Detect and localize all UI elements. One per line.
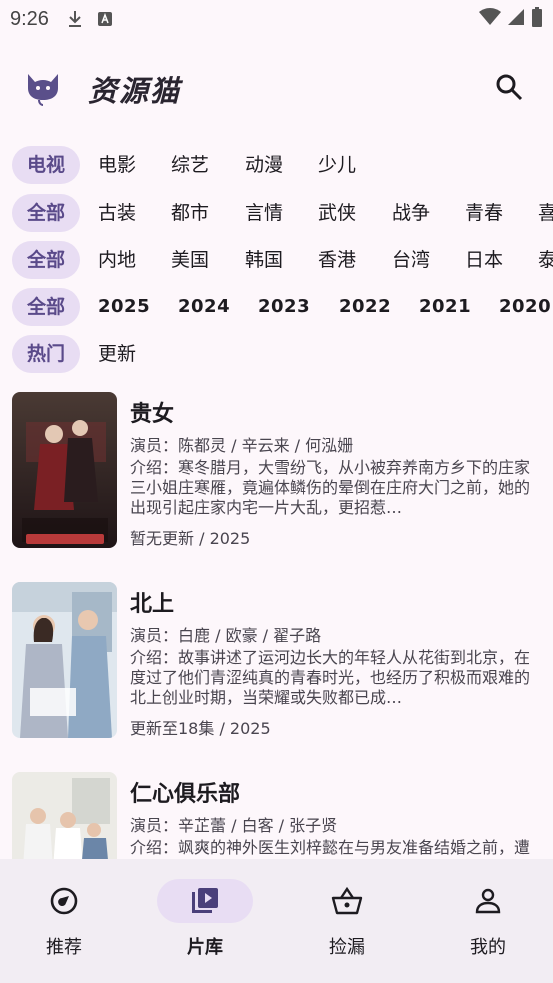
genre-filter-row: 全部 古装 都市 言情 武侠 战争 青春 喜 bbox=[0, 194, 553, 234]
filter-chip-year[interactable]: 2022 bbox=[339, 288, 391, 326]
nav-label: 片库 bbox=[187, 937, 223, 958]
item-cast: 演员：辛芷蕾 / 白客 / 张子贤 bbox=[130, 816, 338, 835]
notification-app-icon bbox=[97, 11, 113, 27]
filter-chip-anime[interactable]: 动漫 bbox=[245, 146, 283, 184]
battery-icon bbox=[531, 6, 543, 32]
filter-chip-genre[interactable]: 言情 bbox=[245, 194, 283, 232]
filter-chip-region[interactable]: 日本 bbox=[465, 241, 503, 279]
list-item[interactable]: 贵女 演员：陈都灵 / 辛云来 / 何泓姗 介绍：寒冬腊月，大雪纷飞，从小被弃养… bbox=[0, 380, 553, 550]
item-title: 贵女 bbox=[130, 402, 175, 427]
filter-chip-genre[interactable]: 武侠 bbox=[318, 194, 356, 232]
poster-image bbox=[12, 582, 117, 738]
filter-chip-year[interactable]: 2020 bbox=[499, 288, 551, 326]
signal-icon bbox=[507, 8, 525, 31]
app-bar: 资源猫 bbox=[0, 58, 553, 118]
filter-chip-genre[interactable]: 都市 bbox=[171, 194, 209, 232]
nav-label: 推荐 bbox=[46, 937, 82, 958]
filter-chip-region[interactable]: 泰 bbox=[538, 241, 553, 279]
search-button[interactable] bbox=[492, 70, 526, 104]
video-library-icon bbox=[157, 879, 253, 923]
filter-chip-genre[interactable]: 古装 bbox=[98, 194, 136, 232]
basket-icon bbox=[312, 879, 382, 923]
filter-chip-variety[interactable]: 综艺 bbox=[171, 146, 209, 184]
category-filter-row: 电视 电影 综艺 动漫 少儿 bbox=[0, 146, 553, 186]
nav-tab-bargain[interactable]: 捡漏 bbox=[278, 859, 416, 983]
status-bar: 9:26 bbox=[0, 0, 553, 38]
list-item[interactable]: 北上 演员：白鹿 / 欧豪 / 翟子路 介绍：故事讲述了运河边长大的年轻人从花街… bbox=[0, 570, 553, 740]
filter-chip-region[interactable]: 香港 bbox=[318, 241, 356, 279]
search-icon bbox=[496, 74, 523, 101]
item-description: 介绍：故事讲述了运河边长大的年轻人从花街到北京，在度过了他们青涩纯真的青春时光，… bbox=[130, 648, 531, 707]
filter-chip-region[interactable]: 内地 bbox=[98, 241, 136, 279]
filter-chip-sort-update[interactable]: 更新 bbox=[98, 335, 136, 373]
nav-tab-recommend[interactable]: 推荐 bbox=[0, 859, 133, 983]
wifi-icon bbox=[479, 7, 501, 31]
poster-image bbox=[12, 772, 117, 860]
filter-chip-region[interactable]: 韩国 bbox=[245, 241, 283, 279]
item-description: 介绍：寒冬腊月，大雪纷飞，从小被弃养南方乡下的庄家三小姐庄寒雁，竟遍体鳞伤的晕倒… bbox=[130, 458, 531, 517]
filter-chip-region[interactable]: 台湾 bbox=[392, 241, 430, 279]
filter-chip-year[interactable]: 2023 bbox=[258, 288, 310, 326]
filter-chip-sort-hot[interactable]: 热门 bbox=[12, 335, 80, 373]
region-filter-row: 全部 内地 美国 韩国 香港 台湾 日本 泰 bbox=[0, 241, 553, 281]
sort-filter-row: 热门 更新 bbox=[0, 335, 553, 375]
app-title: 资源猫 bbox=[88, 74, 182, 108]
show-list: 贵女 演员：陈都灵 / 辛云来 / 何泓姗 介绍：寒冬腊月，大雪纷飞，从小被弃养… bbox=[0, 380, 553, 860]
item-cast: 演员：陈都灵 / 辛云来 / 何泓姗 bbox=[130, 436, 354, 455]
nav-label: 捡漏 bbox=[329, 937, 365, 958]
nav-tab-library[interactable]: 片库 bbox=[136, 859, 274, 983]
poster-image bbox=[12, 392, 117, 548]
cat-logo-icon bbox=[24, 68, 62, 106]
filter-chip-year[interactable]: 2025 bbox=[98, 288, 150, 326]
item-title: 北上 bbox=[130, 592, 175, 617]
status-time: 9:26 bbox=[10, 7, 49, 30]
filter-chip-movie[interactable]: 电影 bbox=[98, 146, 136, 184]
item-description: 介绍：飒爽的神外医生刘梓懿在与男友准备结婚之前，遭遇了意外的变故，从此她的人生发… bbox=[130, 838, 531, 860]
list-item[interactable]: 仁心俱乐部 演员：辛芷蕾 / 白客 / 张子贤 介绍：飒爽的神外医生刘梓懿在与男… bbox=[0, 760, 553, 860]
filter-chip-genre-all[interactable]: 全部 bbox=[12, 194, 80, 232]
filter-chip-region-all[interactable]: 全部 bbox=[12, 241, 80, 279]
person-icon bbox=[453, 879, 523, 923]
filter-chip-region[interactable]: 美国 bbox=[171, 241, 209, 279]
filter-chip-genre[interactable]: 战争 bbox=[392, 194, 430, 232]
bottom-navigation: 推荐 片库 捡漏 我的 bbox=[0, 859, 553, 983]
download-icon bbox=[67, 10, 83, 28]
filter-chip-kids[interactable]: 少儿 bbox=[318, 146, 356, 184]
item-cast: 演员：白鹿 / 欧豪 / 翟子路 bbox=[130, 626, 322, 645]
filter-chip-year[interactable]: 2021 bbox=[419, 288, 471, 326]
item-meta: 更新至18集 / 2025 bbox=[130, 719, 271, 738]
year-filter-row: 全部 2025 2024 2023 2022 2021 2020 bbox=[0, 288, 553, 328]
filter-chip-genre[interactable]: 青春 bbox=[465, 194, 503, 232]
filter-chip-tv[interactable]: 电视 bbox=[12, 146, 80, 184]
item-title: 仁心俱乐部 bbox=[130, 782, 241, 807]
item-meta: 暂无更新 / 2025 bbox=[130, 529, 251, 548]
filter-chip-year-all[interactable]: 全部 bbox=[12, 288, 80, 326]
nav-label: 我的 bbox=[470, 937, 506, 958]
filter-chip-genre[interactable]: 喜 bbox=[538, 194, 553, 232]
nav-tab-mine[interactable]: 我的 bbox=[419, 859, 553, 983]
filter-chip-year[interactable]: 2024 bbox=[178, 288, 230, 326]
explore-icon bbox=[29, 879, 99, 923]
